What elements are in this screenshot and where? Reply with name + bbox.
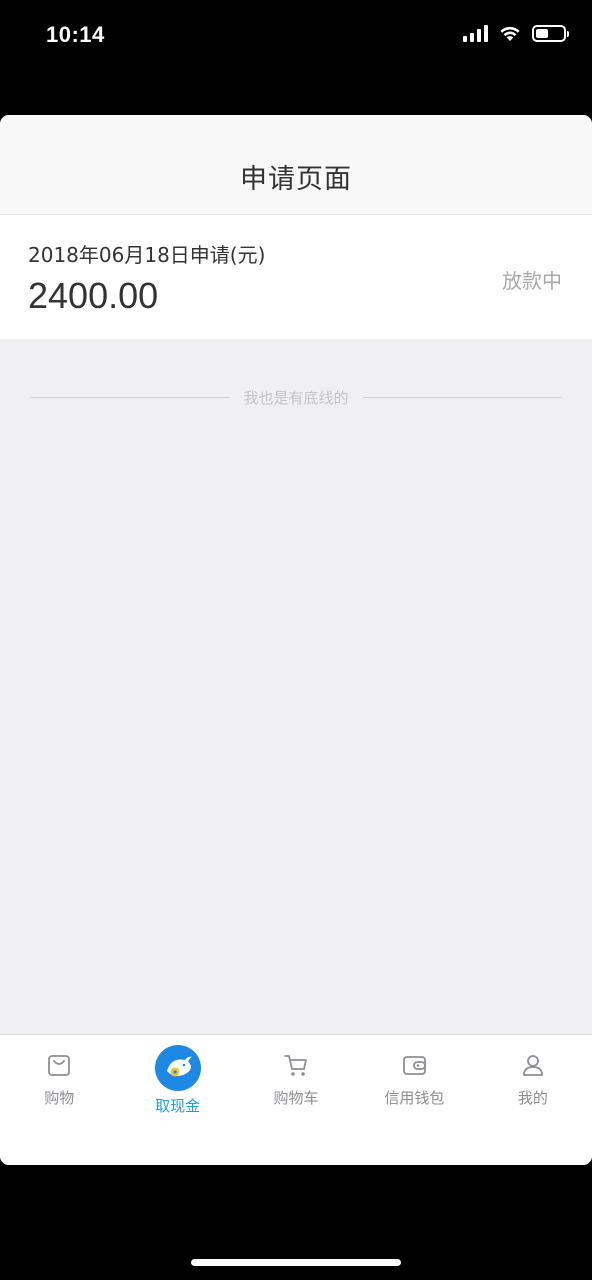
battery-icon (532, 24, 569, 42)
wallet-icon (403, 1056, 427, 1075)
nav-header: 申请页面 (0, 115, 592, 215)
tab-mine[interactable]: 我的 (474, 1035, 592, 1165)
divider-line-right (362, 397, 563, 398)
wifi-icon (500, 26, 520, 41)
signal-icon (463, 24, 488, 42)
app-window: 申请页面 2018年06月18日申请(元) 2400.00 放款中 我也是有底线… (0, 115, 592, 1165)
tab-label-shopping: 购物 (44, 1089, 75, 1107)
tab-label-mine: 我的 (517, 1089, 548, 1107)
tab-label-cash: 取现金 (155, 1097, 201, 1115)
tab-label-credit-wallet: 信用钱包 (384, 1089, 445, 1107)
tab-cart[interactable]: 购物车 (237, 1035, 355, 1165)
status-icons (463, 24, 569, 42)
tab-bar: 购物 取现金 购物车 信用钱包 我的 (0, 1034, 592, 1165)
record-amount: 2400.00 (28, 275, 159, 316)
shopping-bag-icon (48, 1055, 71, 1076)
page-title: 申请页面 (240, 164, 352, 195)
battery-level (536, 28, 548, 38)
application-record[interactable]: 2018年06月18日申请(元) 2400.00 放款中 (0, 215, 592, 339)
fish-coin-icon (154, 1045, 201, 1091)
end-of-list-divider: 我也是有底线的 (30, 387, 563, 408)
status-bar: 10:14 (0, 0, 592, 70)
tab-label-cart: 购物车 (273, 1089, 319, 1107)
user-icon (522, 1055, 543, 1076)
tab-cash[interactable]: 取现金 (118, 1035, 236, 1165)
cart-icon (284, 1055, 307, 1076)
record-date: 2018年06月18日申请(元) (28, 243, 266, 267)
tab-shopping[interactable]: 购物 (0, 1035, 118, 1165)
end-of-list-text: 我也是有底线的 (243, 389, 349, 407)
status-time: 10:14 (46, 22, 105, 47)
tab-credit-wallet[interactable]: 信用钱包 (355, 1035, 473, 1165)
record-status: 放款中 (502, 269, 562, 293)
home-indicator[interactable] (191, 1259, 401, 1266)
divider-line-left (30, 397, 230, 398)
